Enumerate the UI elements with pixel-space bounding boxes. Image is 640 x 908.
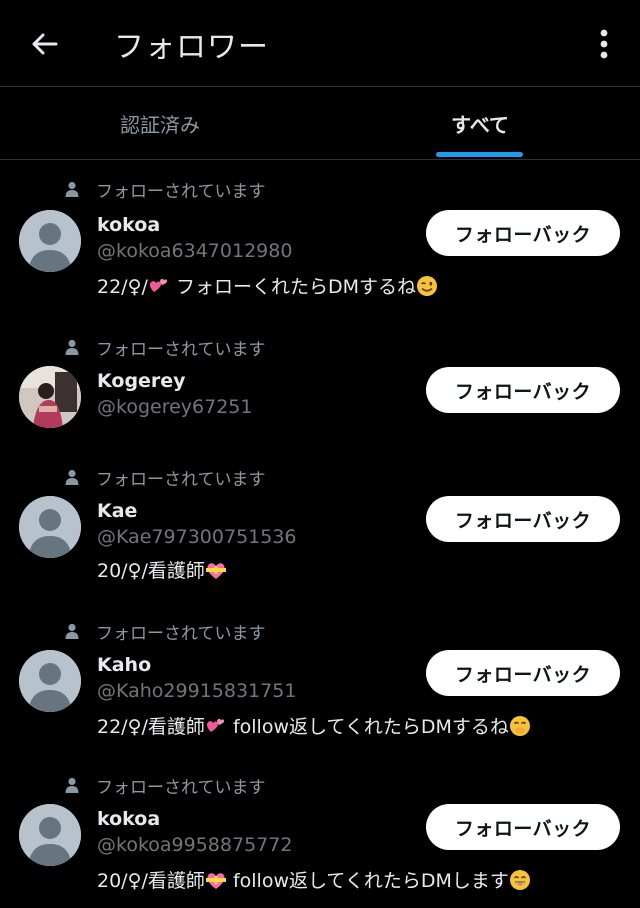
- follow-back-button[interactable]: フォローバック: [426, 650, 620, 696]
- follower-row[interactable]: フォローされています kokoa @kokoa9958875772 20/♀/看…: [0, 772, 640, 902]
- user-handle: @kokoa9958875772: [97, 834, 293, 856]
- follow-back-button[interactable]: フォローバック: [426, 367, 620, 413]
- follows-you-label: フォローされています: [62, 618, 266, 644]
- active-tab-indicator: [436, 152, 523, 157]
- back-arrow-icon[interactable]: [26, 26, 62, 62]
- avatar[interactable]: [19, 804, 81, 866]
- page-title: フォロワー: [114, 30, 269, 65]
- user-handle: @kokoa6347012980: [97, 240, 293, 262]
- follower-row[interactable]: フォローされています Kogerey @kogerey67251 フォローバック: [0, 334, 640, 444]
- person-icon: [62, 178, 82, 200]
- user-handle: @kogerey67251: [97, 396, 253, 418]
- person-icon: [62, 466, 82, 488]
- bio: 20/♀/看護師: [97, 556, 227, 583]
- two-hearts-icon: [149, 278, 168, 292]
- person-icon: [62, 774, 82, 796]
- display-name[interactable]: Kogerey: [97, 370, 186, 392]
- tab-verified[interactable]: 認証済み: [0, 87, 320, 160]
- more-options-icon[interactable]: [588, 26, 620, 62]
- follower-row[interactable]: フォローされています kokoa @kokoa6347012980 22/♀/ …: [0, 176, 640, 306]
- tab-bar: 認証済み すべて: [0, 86, 640, 160]
- follows-you-label: フォローされています: [62, 772, 266, 798]
- display-name[interactable]: Kae: [97, 500, 137, 522]
- bio: 22/♀/ フォローくれたらDMするね: [97, 272, 438, 299]
- tab-all[interactable]: すべて: [320, 87, 640, 160]
- display-name[interactable]: kokoa: [97, 214, 160, 236]
- two-hearts-icon: [206, 718, 225, 732]
- follows-you-label: フォローされています: [62, 176, 266, 202]
- heart-with-ribbon-icon: [205, 873, 226, 889]
- face-with-hand-over-mouth-icon: [509, 716, 530, 736]
- bio: 20/♀/看護師 follow返してくれたらDMします: [97, 866, 531, 893]
- person-icon: [62, 336, 82, 358]
- avatar-photo[interactable]: [19, 366, 81, 428]
- user-handle: @Kaho29915831751: [97, 680, 297, 702]
- display-name[interactable]: kokoa: [97, 808, 160, 830]
- follower-row[interactable]: フォローされています Kae @Kae797300751536 20/♀/看護師…: [0, 464, 640, 594]
- winking-face-icon: [416, 276, 437, 296]
- user-handle: @Kae797300751536: [97, 526, 297, 548]
- avatar[interactable]: [19, 210, 81, 272]
- follow-back-button[interactable]: フォローバック: [426, 496, 620, 542]
- follows-you-label: フォローされています: [62, 334, 266, 360]
- avatar[interactable]: [19, 496, 81, 558]
- followers-screen: フォロワー 認証済み すべて フォローされています kokoa @kokoa63…: [0, 0, 640, 908]
- heart-with-ribbon-icon: [205, 563, 226, 579]
- avatar[interactable]: [19, 650, 81, 712]
- follows-you-label: フォローされています: [62, 464, 266, 490]
- follow-back-button[interactable]: フォローバック: [426, 210, 620, 256]
- follow-back-button[interactable]: フォローバック: [426, 804, 620, 850]
- top-app-bar: フォロワー: [0, 0, 640, 86]
- person-icon: [62, 620, 82, 642]
- follower-row[interactable]: フォローされています Kaho @Kaho29915831751 22/♀/看護…: [0, 618, 640, 748]
- display-name[interactable]: Kaho: [97, 654, 151, 676]
- bio: 22/♀/看護師 follow返してくれたらDMするね: [97, 712, 531, 739]
- grinning-face-icon: [509, 870, 530, 890]
